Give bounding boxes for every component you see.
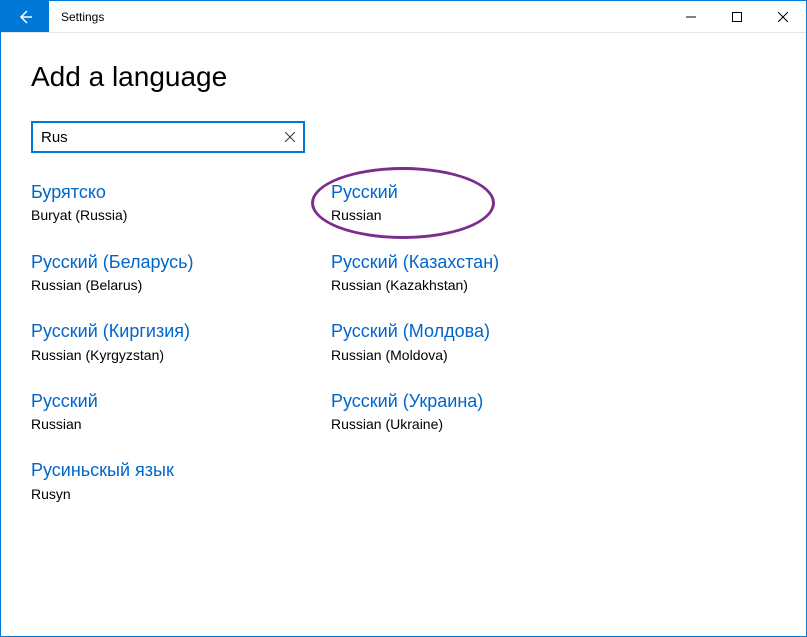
minimize-icon — [686, 12, 696, 22]
language-native-name: Русиньскый язык — [31, 459, 331, 482]
language-english-name: Buryat (Russia) — [31, 206, 331, 224]
search-container — [31, 121, 305, 153]
language-english-name: Russian — [331, 206, 631, 224]
language-english-name: Russian (Ukraine) — [331, 415, 631, 433]
language-item[interactable]: Бурятско Buryat (Russia) — [31, 181, 331, 225]
close-button[interactable] — [760, 1, 806, 32]
language-english-name: Rusyn — [31, 485, 331, 503]
window-title: Settings — [49, 1, 668, 32]
language-native-name: Русский (Молдова) — [331, 320, 631, 343]
back-button[interactable] — [1, 1, 49, 32]
language-native-name: Русский (Казахстан) — [331, 251, 631, 274]
language-item[interactable]: Русский (Казахстан) Russian (Kazakhstan) — [331, 251, 631, 295]
window-controls — [668, 1, 806, 32]
language-english-name: Russian (Kazakhstan) — [331, 276, 631, 294]
minimize-button[interactable] — [668, 1, 714, 32]
arrow-left-icon — [17, 9, 33, 25]
language-item[interactable]: Русский Russian — [31, 390, 331, 434]
language-native-name: Русский (Киргизия) — [31, 320, 331, 343]
search-input[interactable] — [31, 121, 305, 153]
language-item[interactable]: Русский (Молдова) Russian (Moldova) — [331, 320, 631, 364]
language-native-name: Бурятско — [31, 181, 331, 204]
content-area: Add a language БурятскоBuryat (Russia)Ру… — [1, 33, 806, 503]
language-native-name: Русский — [331, 181, 631, 204]
language-english-name: Russian (Kyrgyzstan) — [31, 346, 331, 364]
language-item[interactable]: Русский (Беларусь) Russian (Belarus) — [31, 251, 331, 295]
language-results-grid: БурятскоBuryat (Russia)РусскийRussianРус… — [31, 181, 776, 503]
titlebar: Settings — [1, 1, 806, 33]
maximize-icon — [732, 12, 742, 22]
language-english-name: Russian — [31, 415, 331, 433]
language-native-name: Русский (Украина) — [331, 390, 631, 413]
language-item[interactable]: Русский Russian — [331, 181, 631, 225]
language-native-name: Русский — [31, 390, 331, 413]
clear-search-button[interactable] — [281, 128, 299, 146]
language-english-name: Russian (Belarus) — [31, 276, 331, 294]
language-english-name: Russian (Moldova) — [331, 346, 631, 364]
page-title: Add a language — [31, 61, 776, 93]
language-item[interactable]: Русиньскый язык Rusyn — [31, 459, 331, 503]
x-icon — [285, 132, 295, 142]
close-icon — [778, 12, 788, 22]
language-item[interactable]: Русский (Киргизия) Russian (Kyrgyzstan) — [31, 320, 331, 364]
language-native-name: Русский (Беларусь) — [31, 251, 331, 274]
language-item[interactable]: Русский (Украина) Russian (Ukraine) — [331, 390, 631, 434]
maximize-button[interactable] — [714, 1, 760, 32]
